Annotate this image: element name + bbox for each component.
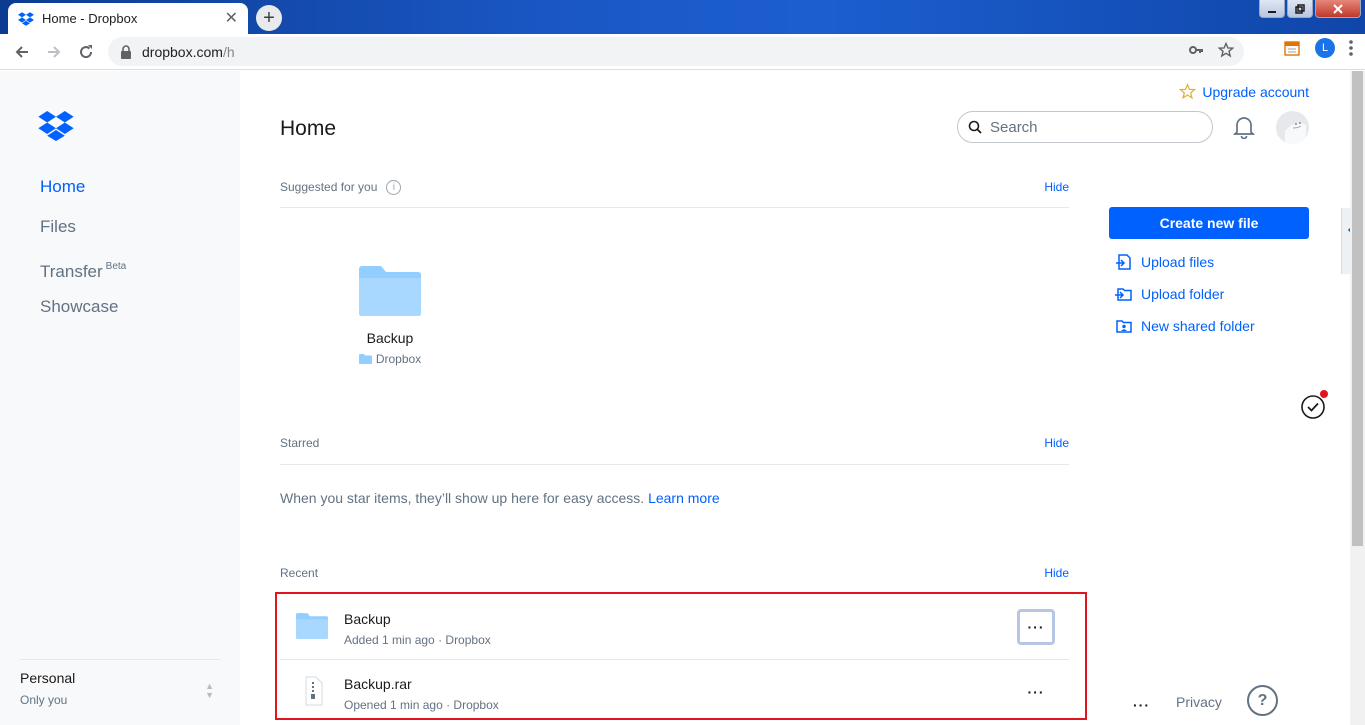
suggested-item-backup[interactable]: Backup Dropbox bbox=[340, 256, 440, 366]
starred-heading: Starred bbox=[280, 436, 320, 450]
page-title: Home bbox=[280, 117, 337, 140]
profile-avatar[interactable]: L bbox=[1315, 38, 1335, 58]
recent-header: Recent Hide bbox=[280, 561, 1069, 585]
upload-file-icon bbox=[1116, 254, 1131, 270]
sidebar-item-files[interactable]: Files bbox=[40, 217, 126, 257]
folder-small-icon bbox=[358, 354, 372, 364]
main-content: Upgrade account Home Suggested for you i… bbox=[240, 71, 1350, 725]
sidebar-item-home[interactable]: Home bbox=[40, 177, 126, 217]
help-button[interactable]: ? bbox=[1247, 685, 1278, 716]
minimize-icon bbox=[1268, 10, 1276, 13]
suggested-hide-link[interactable]: Hide bbox=[1044, 180, 1069, 194]
calendar-extension-icon[interactable] bbox=[1283, 39, 1301, 57]
bell-icon[interactable] bbox=[1233, 115, 1255, 139]
search-input[interactable] bbox=[990, 118, 1190, 136]
url-text: dropbox.com/h bbox=[142, 44, 235, 60]
dropbox-logo-icon[interactable] bbox=[38, 111, 74, 141]
recent-hide-link[interactable]: Hide bbox=[1044, 566, 1069, 580]
suggested-item-name: Backup bbox=[366, 330, 414, 346]
sidebar-item-showcase[interactable]: Showcase bbox=[40, 297, 126, 337]
new-tab-button[interactable]: + bbox=[256, 5, 282, 31]
create-new-file-button[interactable]: Create new file bbox=[1109, 207, 1309, 239]
suggested-item-location: Dropbox bbox=[340, 352, 440, 366]
starred-header: Starred Hide bbox=[280, 431, 1069, 455]
reload-icon bbox=[80, 44, 93, 58]
upload-folder-button[interactable]: Upload folder bbox=[1115, 285, 1224, 303]
browser-toolbar: dropbox.com/h L bbox=[0, 34, 1365, 70]
tab-title: Home - Dropbox bbox=[42, 11, 138, 26]
avatar-face-icon bbox=[1276, 111, 1309, 144]
sidebar-item-label: Transfer bbox=[40, 262, 103, 281]
shared-folder-icon bbox=[1116, 320, 1132, 333]
divider bbox=[280, 464, 1069, 465]
restore-icon bbox=[1295, 3, 1305, 14]
search-box[interactable] bbox=[957, 111, 1213, 143]
dropbox-logo-icon bbox=[18, 11, 34, 26]
account-switcher[interactable]: Personal Only you ▲ ▼ bbox=[20, 659, 220, 707]
arrow-right-icon bbox=[48, 45, 61, 58]
location-label: Dropbox bbox=[375, 352, 422, 366]
selection-highlight bbox=[275, 592, 1087, 720]
restore-button[interactable] bbox=[1287, 0, 1313, 18]
sidebar-item-label: Home bbox=[40, 177, 86, 196]
recent-heading: Recent bbox=[280, 566, 319, 580]
search-icon bbox=[968, 120, 982, 134]
menu-dots-icon[interactable] bbox=[1349, 40, 1353, 56]
sidebar-item-transfer[interactable]: Transfer Beta bbox=[40, 257, 126, 297]
info-icon[interactable]: i bbox=[386, 179, 402, 195]
close-tab-icon[interactable]: ✕ bbox=[225, 10, 238, 27]
close-window-button[interactable] bbox=[1315, 0, 1361, 18]
arrow-left-icon bbox=[15, 45, 28, 58]
browser-titlebar: Home - Dropbox ✕ + bbox=[0, 0, 1365, 34]
folder-icon bbox=[359, 266, 421, 316]
new-shared-folder-label: New shared folder bbox=[1141, 318, 1255, 334]
account-subtitle: Only you bbox=[20, 693, 68, 707]
upload-files-label: Upload files bbox=[1141, 254, 1215, 270]
key-icon[interactable] bbox=[1188, 42, 1204, 58]
url-host: dropbox.com bbox=[142, 43, 223, 60]
upload-folder-label: Upload folder bbox=[1141, 286, 1225, 302]
url-path: /h bbox=[222, 43, 235, 60]
sidebar: Home Files Transfer Beta Showcase Persona… bbox=[0, 71, 240, 725]
privacy-link[interactable]: Privacy bbox=[1176, 694, 1222, 710]
upload-files-button[interactable]: Upload files bbox=[1115, 253, 1214, 271]
reload-button[interactable] bbox=[70, 36, 102, 68]
back-button[interactable] bbox=[6, 36, 38, 68]
beta-badge: Beta bbox=[105, 261, 127, 272]
upload-folder-icon bbox=[1115, 288, 1132, 301]
lock-icon bbox=[121, 44, 131, 59]
starred-hide-link[interactable]: Hide bbox=[1044, 436, 1069, 450]
sidebar-item-label: Files bbox=[40, 217, 76, 236]
address-bar[interactable]: dropbox.com/h bbox=[108, 37, 1244, 66]
page-scrollbar[interactable] bbox=[1350, 71, 1365, 725]
user-avatar[interactable] bbox=[1276, 111, 1309, 144]
upgrade-account-link[interactable]: Upgrade account bbox=[1179, 83, 1309, 100]
scrollbar-thumb[interactable] bbox=[1352, 71, 1363, 546]
new-shared-folder-button[interactable]: New shared folder bbox=[1115, 317, 1255, 335]
close-icon bbox=[1333, 3, 1343, 14]
chevron-updown-icon: ▲ ▼ bbox=[205, 681, 214, 700]
divider bbox=[280, 207, 1069, 208]
learn-more-link[interactable]: Learn more bbox=[648, 490, 720, 506]
account-name: Personal bbox=[20, 670, 76, 686]
footer-more-button[interactable]: ··· bbox=[1133, 697, 1150, 713]
window-controls bbox=[1259, 0, 1361, 18]
star-outline-icon bbox=[1179, 83, 1197, 100]
sidebar-item-label: Showcase bbox=[40, 297, 119, 316]
forward-button[interactable] bbox=[38, 36, 70, 68]
suggested-heading: Suggested for you bbox=[280, 180, 378, 194]
starred-empty-message: When you star items, they’ll show up her… bbox=[280, 490, 720, 506]
sidebar-nav: Home Files Transfer Beta Showcase bbox=[40, 177, 126, 337]
browser-tab[interactable]: Home - Dropbox ✕ bbox=[8, 3, 248, 34]
suggested-header: Suggested for you i Hide bbox=[280, 175, 1069, 199]
starred-message-text: When you star items, they’ll show up her… bbox=[280, 490, 645, 506]
upgrade-label: Upgrade account bbox=[1202, 83, 1309, 100]
minimize-button[interactable] bbox=[1259, 0, 1285, 18]
star-icon[interactable] bbox=[1218, 42, 1234, 58]
checklist-check-icon[interactable] bbox=[1301, 389, 1331, 419]
